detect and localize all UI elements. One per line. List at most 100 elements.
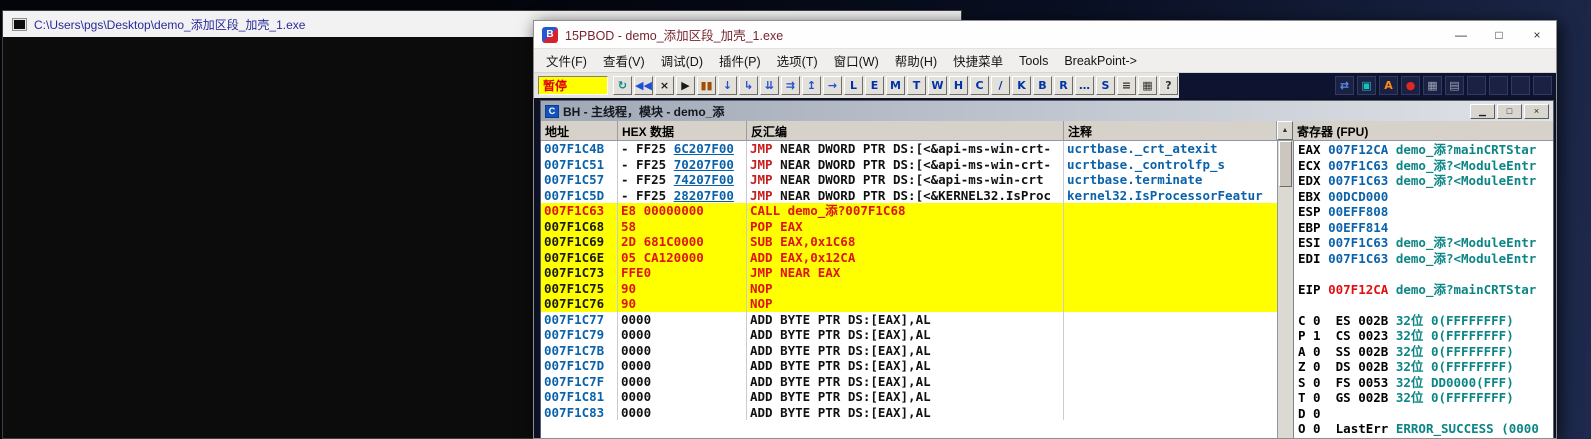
threads-window-button[interactable]: T (907, 76, 926, 95)
cpu-window-button[interactable]: C (970, 76, 989, 95)
step-into-button[interactable]: ↓ (718, 76, 737, 95)
disasm-cell: JMP NEAR DWORD PTR DS:[<&api-ms-win-crt (747, 172, 1064, 188)
main-titlebar[interactable]: B 15PBOD - demo_添加区段_加壳_1.exe — □ × (534, 21, 1556, 48)
disasm-row[interactable]: 007F1C77 0000 ADD BYTE PTR DS:[EAX],AL (541, 311, 1277, 327)
disasm-row[interactable]: 007F1C68 58 POP EAX (541, 218, 1277, 234)
handles-window-button[interactable]: H (949, 76, 968, 95)
menu-item-0[interactable]: 文件(F) (538, 49, 595, 72)
disasm-row[interactable]: 007F1C51- FF25 70207F00 JMP NEAR DWORD PT… (541, 156, 1277, 172)
menu-item-2[interactable]: 调试(D) (653, 49, 711, 72)
disasm-row[interactable]: 007F1C75 90 NOP (541, 280, 1277, 296)
execute-till-return-button[interactable]: ↥ (802, 76, 821, 95)
menu-item-9[interactable]: BreakPoint-> (1056, 52, 1145, 70)
close-button[interactable]: × (1518, 21, 1556, 48)
address-cell: 007F1C63 (541, 203, 618, 219)
step-over-button[interactable]: ↳ (739, 76, 758, 95)
trace-into-button[interactable]: ⇊ (760, 76, 779, 95)
register-line[interactable]: ESP 00EFF808 (1298, 204, 1553, 220)
breakpoints-window-button[interactable]: B (1033, 76, 1052, 95)
disasm-row[interactable]: 007F1C4B - FF25 6C207F00 JMP NEAR DWORD PT… (541, 141, 1277, 157)
disasm-row[interactable]: 007F1C63 E8 00000000 CALL demo_添?007F1C68 (541, 203, 1277, 219)
register-line[interactable]: EBP 00EFF814 (1298, 220, 1553, 236)
disasm-row[interactable]: 007F1C7F 0000 ADD BYTE PTR DS:[EAX],AL (541, 373, 1277, 389)
patches-window-button[interactable]: / (991, 76, 1010, 95)
close-program-button[interactable]: × (655, 76, 674, 95)
register-line[interactable]: O 0 LastErr ERROR_SUCCESS (0000 (1298, 421, 1553, 437)
plugin-list-icon: ▤ (1449, 79, 1460, 92)
plugin-record-button[interactable]: ● (1401, 76, 1420, 95)
disasm-row[interactable]: 007F1C57- FF25 74207F00 JMP NEAR DWORD PT… (541, 172, 1277, 188)
plugin-list-button[interactable]: ▤ (1445, 76, 1464, 95)
register-line[interactable]: T 0 GS 002B 32位 0(FFFFFFFF) (1298, 390, 1553, 406)
register-line[interactable]: ECX 007F1C63 demo_添?<ModuleEntr (1298, 158, 1553, 174)
go-to-button[interactable]: → (823, 76, 842, 95)
call-stack-button[interactable]: K (1012, 76, 1031, 95)
run-button[interactable]: ▶ (676, 76, 695, 95)
register-line[interactable]: C 0 ES 002B 32位 0(FFFFFFFF) (1298, 313, 1553, 329)
step-back-button[interactable]: ◀◀ (634, 76, 653, 95)
menu-item-5[interactable]: 窗口(W) (826, 49, 887, 72)
plugin-slot-button-2[interactable] (1489, 76, 1508, 95)
register-line[interactable]: EIP 007F12CA demo_添?mainCRTStar (1298, 282, 1553, 298)
plugin-window-button[interactable]: ▣ (1357, 76, 1376, 95)
register-line[interactable]: D 0 (1298, 406, 1553, 422)
menu-item-4[interactable]: 选项(T) (769, 49, 826, 72)
source-window-button[interactable]: S (1096, 76, 1115, 95)
disasm-row[interactable]: 007F1C6E 05 CA120000 ADD EAX,0x12CA (541, 249, 1277, 265)
memory-window-button[interactable]: M (886, 76, 905, 95)
menu-item-8[interactable]: Tools (1011, 52, 1056, 70)
plugin-swap-button[interactable]: ⇄ (1335, 76, 1354, 95)
hex-cell: 90 (618, 296, 747, 312)
register-line[interactable]: EBX 00DCD000 (1298, 189, 1553, 205)
options-icon: ▦ (1142, 79, 1153, 92)
disasm-row[interactable]: 007F1C79 0000 ADD BYTE PTR DS:[EAX],AL (541, 327, 1277, 343)
register-line[interactable]: EAX 007F12CA demo_添?mainCRTStar (1298, 142, 1553, 158)
register-line[interactable]: S 0 FS 0053 32位 DD0000(FFF) (1298, 375, 1553, 391)
register-line[interactable]: P 1 CS 0023 32位 0(FFFFFFFF) (1298, 328, 1553, 344)
plugin-grid-button[interactable]: ▦ (1423, 76, 1442, 95)
disasm-row[interactable]: 007F1C69 2D 681C0000 SUB EAX,0x1C68 (541, 234, 1277, 250)
references-window-button[interactable]: R (1054, 76, 1073, 95)
cpu-titlebar[interactable]: C BH - 主线程，模块 - demo_添 ▁ □ × (541, 101, 1553, 121)
address-cell: 007F1C4B (541, 141, 618, 157)
menu-item-1[interactable]: 查看(V) (595, 49, 653, 72)
register-line[interactable]: A 0 SS 002B 32位 0(FFFFFFFF) (1298, 344, 1553, 360)
disasm-row[interactable]: 007F1C76 90 NOP (541, 296, 1277, 312)
scrollbar-thumb[interactable] (1279, 141, 1292, 187)
plugin-assemble-button[interactable]: A (1379, 76, 1398, 95)
options-button[interactable]: ▦ (1138, 76, 1157, 95)
run-trace-button[interactable]: … (1075, 76, 1094, 95)
plugin-slot-button-4[interactable] (1533, 76, 1552, 95)
log-window-button[interactable]: L (844, 76, 863, 95)
maximize-button[interactable]: □ (1480, 21, 1518, 48)
register-line[interactable]: EDI 007F1C63 demo_添?<ModuleEntr (1298, 251, 1553, 267)
menu-item-3[interactable]: 插件(P) (711, 49, 769, 72)
appearance-button[interactable]: ≡ (1117, 76, 1136, 95)
plugin-slot-button-3[interactable] (1511, 76, 1530, 95)
disasm-row[interactable]: 007F1C81 0000 ADD BYTE PTR DS:[EAX],AL (541, 389, 1277, 405)
register-line[interactable]: Z 0 DS 002B 32位 0(FFFFFFFF) (1298, 359, 1553, 375)
disasm-row[interactable]: 007F1C73 FFE0 JMP NEAR EAX (541, 265, 1277, 281)
menu-item-6[interactable]: 帮助(H) (887, 49, 945, 72)
disasm-row[interactable]: 007F1C7B 0000 ADD BYTE PTR DS:[EAX],AL (541, 342, 1277, 358)
windows-window-button[interactable]: W (928, 76, 947, 95)
cpu-maximize-button[interactable]: □ (1497, 103, 1522, 119)
cpu-minimize-button[interactable]: ▁ (1470, 103, 1495, 119)
executables-window-button[interactable]: E (865, 76, 884, 95)
address-cell: 007F1C69 (541, 234, 618, 250)
register-line[interactable]: ESI 007F1C63 demo_添?<ModuleEntr (1298, 235, 1553, 251)
register-line[interactable]: EDX 007F1C63 demo_添?<ModuleEntr (1298, 173, 1553, 189)
disasm-scrollbar[interactable] (1277, 141, 1293, 438)
disasm-row[interactable]: 007F1C83 0000 ADD BYTE PTR DS:[EAX],AL (541, 404, 1277, 420)
restart-button[interactable]: ↻ (613, 76, 632, 95)
pause-button[interactable]: ▮▮ (697, 76, 716, 95)
disasm-row[interactable]: 007F1C5D - FF25 28207F00 JMP NEAR DWORD PT… (541, 187, 1277, 203)
disasm-row[interactable]: 007F1C7D 0000 ADD BYTE PTR DS:[EAX],AL (541, 358, 1277, 374)
scroll-up-button[interactable]: ▲ (1277, 121, 1293, 140)
minimize-button[interactable]: — (1442, 21, 1480, 48)
trace-over-button[interactable]: ⇉ (781, 76, 800, 95)
help-button[interactable]: ? (1159, 76, 1178, 95)
menu-item-7[interactable]: 快捷菜单 (945, 49, 1011, 72)
cpu-close-button[interactable]: × (1524, 103, 1549, 119)
plugin-slot-button-1[interactable] (1467, 76, 1486, 95)
